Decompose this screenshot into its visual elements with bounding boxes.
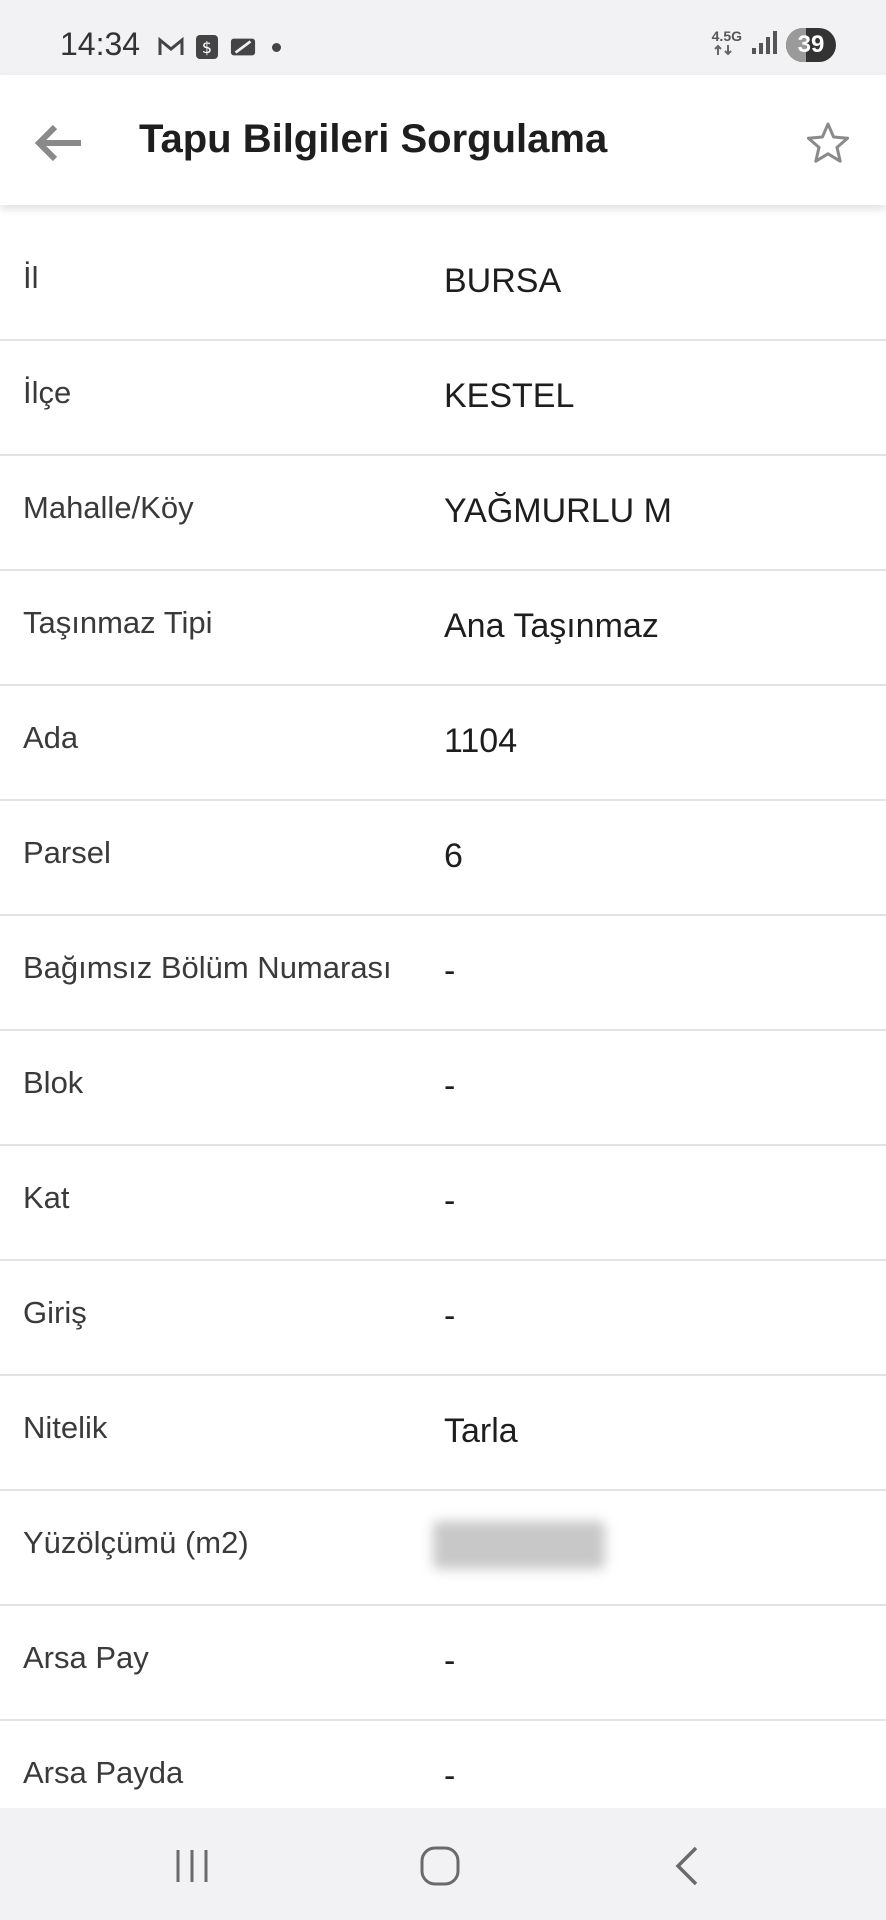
field-label: İl (23, 260, 39, 295)
field-label: İlçe (23, 375, 72, 410)
redacted-value (433, 1521, 605, 1569)
battery-level-text: 39 (797, 31, 825, 58)
field-label: Giriş (23, 1295, 87, 1330)
field-row-parsel: Parsel 6 (0, 801, 886, 916)
signal-icon (750, 30, 778, 61)
recent-apps-button[interactable] (157, 1836, 227, 1896)
network-type-label: 4.5G (711, 28, 742, 44)
field-row-mahalle-koy: Mahalle/Köy YAĞMURLU M (0, 456, 886, 571)
field-label: Parsel (23, 835, 111, 870)
field-label: Taşınmaz Tipi (23, 605, 213, 640)
field-value: - (444, 1297, 456, 1335)
recent-apps-icon (176, 1850, 208, 1882)
field-value: 6 (444, 837, 463, 875)
field-value: - (444, 1757, 456, 1795)
field-label: Yüzölçümü (m2) (23, 1525, 249, 1560)
field-row-ada: Ada 1104 (0, 686, 886, 801)
dollar-app-icon: $ (194, 34, 220, 60)
field-label: Blok (23, 1065, 84, 1100)
property-info-list[interactable]: İl BURSA İlçe KESTEL Mahalle/Köy YAĞMURL… (0, 226, 886, 1808)
field-label: Arsa Pay (23, 1640, 149, 1675)
field-row-tasinmaz-tipi: Taşınmaz Tipi Ana Taşınmaz (0, 571, 886, 686)
back-button[interactable] (28, 113, 88, 173)
status-bar: 14:34 $ 4.5G 39 (0, 0, 886, 75)
back-chevron-icon (675, 1846, 698, 1886)
field-row-giris: Giriş - (0, 1261, 886, 1376)
status-icons-right: 4.5G 39 (712, 28, 836, 62)
field-value: - (444, 952, 456, 990)
battery-icon: 39 (786, 28, 836, 62)
field-value: - (444, 1182, 456, 1220)
network-arrows-icon: 4.5G (712, 29, 742, 61)
system-nav-bar (0, 1808, 886, 1920)
app-bar: Tapu Bilgileri Sorgulama (0, 75, 886, 205)
field-row-arsa-payda: Arsa Payda - (0, 1721, 886, 1808)
field-row-nitelik: Nitelik Tarla (0, 1376, 886, 1491)
card-app-icon (230, 34, 256, 60)
field-label: Mahalle/Köy (23, 490, 194, 525)
field-label: Arsa Payda (23, 1755, 184, 1790)
field-value: YAĞMURLU M (444, 492, 672, 530)
gmail-icon (158, 34, 184, 60)
status-icons-left: $ (158, 32, 281, 62)
notification-dot-icon (272, 42, 281, 52)
favorite-button[interactable] (800, 115, 856, 171)
field-value: - (444, 1642, 456, 1680)
field-value: KESTEL (444, 377, 575, 415)
field-row-yuzolcumu: Yüzölçümü (m2) (0, 1491, 886, 1606)
field-label: Bağımsız Bölüm Numarası (23, 950, 392, 985)
field-value: 1104 (444, 722, 518, 760)
field-label: Kat (23, 1180, 70, 1215)
system-back-button[interactable] (652, 1836, 722, 1896)
field-row-blok: Blok - (0, 1031, 886, 1146)
field-value: - (444, 1067, 456, 1105)
arrow-left-icon (34, 124, 81, 162)
field-value: Tarla (444, 1412, 518, 1450)
field-row-kat: Kat - (0, 1146, 886, 1261)
field-row-bagimsiz-bolum: Bağımsız Bölüm Numarası - (0, 916, 886, 1031)
field-label: Ada (23, 720, 79, 755)
home-button[interactable] (405, 1836, 475, 1896)
field-row-il: İl BURSA (0, 226, 886, 341)
home-icon (420, 1846, 460, 1886)
field-row-arsa-pay: Arsa Pay - (0, 1606, 886, 1721)
field-row-ilce: İlçe KESTEL (0, 341, 886, 456)
svg-text:$: $ (202, 38, 212, 57)
status-time: 14:34 (60, 26, 141, 62)
page-title: Tapu Bilgileri Sorgulama (139, 117, 608, 161)
field-value: Ana Taşınmaz (444, 607, 659, 645)
field-value: BURSA (444, 262, 562, 300)
star-outline-icon (806, 122, 850, 163)
field-label: Nitelik (23, 1410, 108, 1445)
